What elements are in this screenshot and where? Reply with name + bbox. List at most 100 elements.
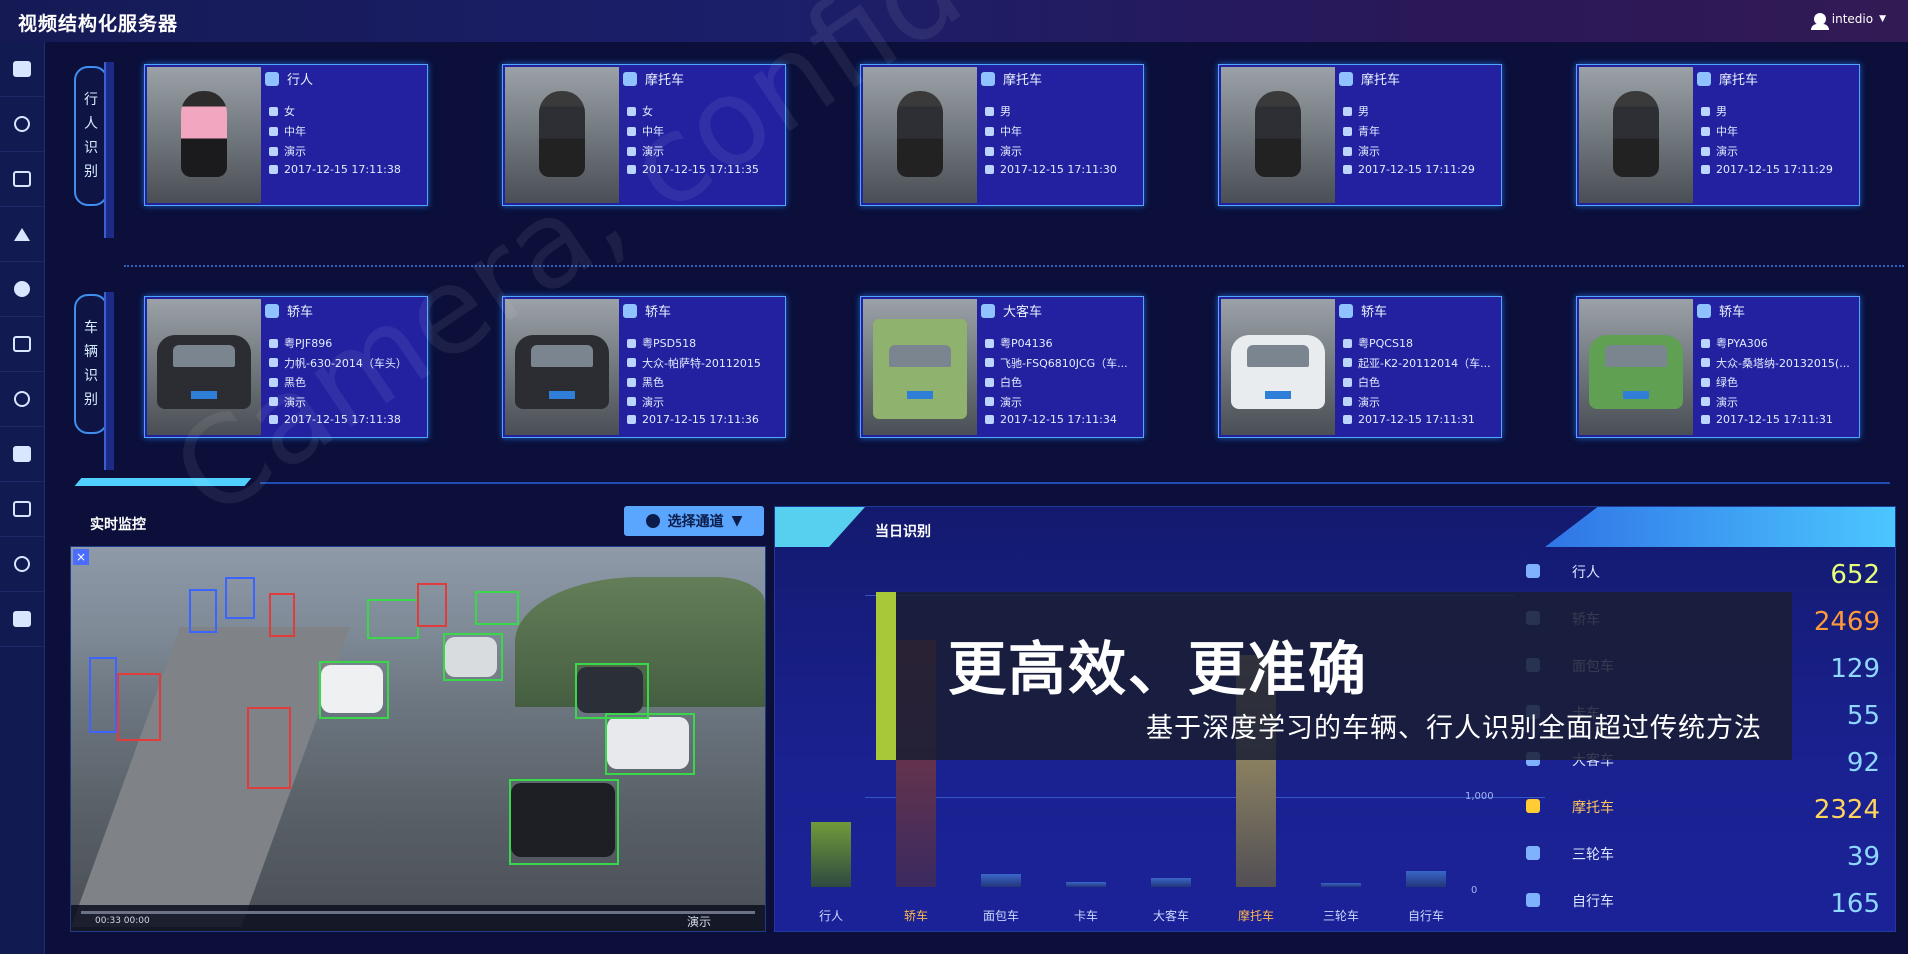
card-source-value: 演示 (1358, 395, 1380, 409)
card-plate-value: 粤PYA306 (1716, 337, 1768, 350)
pedestrian-card[interactable]: 摩托车男中年 演示 2017-12-15 17:11:30 (860, 64, 1144, 206)
source-icon (269, 146, 278, 156)
card-source: 演示 (985, 143, 1022, 159)
card-model-value: 大众-桑塔纳-20132015(... (1716, 356, 1850, 370)
detection-box (367, 599, 419, 639)
source-icon (985, 397, 994, 406)
card-age: 中年 (269, 123, 306, 139)
card-color-value: 白色 (1358, 376, 1380, 389)
card-plate-value: 粤PQCS18 (1358, 337, 1413, 350)
sidebar-car-icon[interactable] (0, 262, 44, 317)
card-time: 2017-12-15 17:11:35 (627, 163, 759, 176)
snapshot-image (505, 299, 619, 435)
card-age: 中年 (1701, 123, 1738, 139)
card-time-value: 2017-12-15 17:11:34 (1000, 413, 1117, 426)
vehicle-card[interactable]: 大客车 粤P04136 飞驰-FSQ6810JCG（车... 白色 演示 2017-12-… (860, 296, 1144, 438)
detection-box (225, 577, 255, 619)
legend-value: 92 (1846, 748, 1880, 778)
monitor-title: 实时监控 (90, 517, 146, 533)
card-time-value: 2017-12-15 17:11:30 (1000, 163, 1117, 176)
user-menu[interactable]: intedio ▼ (1810, 12, 1886, 30)
age-icon (269, 126, 278, 136)
card-age: 中年 (627, 123, 664, 139)
sidebar-search-icon[interactable] (0, 97, 44, 152)
card-color-value: 黑色 (284, 376, 306, 389)
color-icon (627, 377, 636, 387)
detection-box (89, 657, 117, 733)
x-axis-label: 摩托车 (1237, 909, 1274, 923)
chart-bar (811, 821, 851, 887)
sidebar-vehicle-icon[interactable] (0, 317, 44, 372)
video-progress-bar[interactable] (81, 911, 755, 914)
card-source: 演示 (1701, 394, 1738, 410)
pedestrian-icon (1526, 564, 1540, 578)
card-model-value: 飞驰-FSQ6810JCG（车... (1000, 356, 1128, 370)
card-plate: 粤PQCS18 (1343, 335, 1413, 351)
card-gender: 男 (1701, 103, 1727, 119)
x-axis-label: 轿车 (903, 909, 928, 923)
card-model: 飞驰-FSQ6810JCG（车... (985, 355, 1128, 371)
card-age-value: 中年 (284, 125, 306, 138)
sidebar-monitor-icon[interactable] (0, 482, 44, 537)
sidebar-camera-icon[interactable] (0, 152, 44, 207)
vehicle-card[interactable]: 轿车 粤PJF896 力帆-630-2014（车头） 黑色 演示 2017-12-15 1… (144, 296, 428, 438)
card-source-value: 演示 (1716, 395, 1738, 409)
sidebar-shield-icon[interactable] (0, 427, 44, 482)
windshield (889, 345, 951, 367)
channel-select[interactable]: 选择通道 ▼ (624, 506, 764, 536)
person-figure (539, 91, 585, 177)
snapshot-image (1221, 299, 1335, 435)
live-video[interactable]: × 00:33 00:00 演示 (70, 546, 766, 932)
video-controls[interactable]: 00:33 00:00 演示 (71, 905, 765, 931)
source-icon (627, 397, 636, 406)
vehicle-card[interactable]: 轿车 粤PQCS18 起亚-K2-20112014（车... 白色 演示 2017-12-… (1218, 296, 1502, 438)
sidebar-face-icon[interactable] (0, 372, 44, 427)
license-plate (191, 391, 217, 399)
sidebar-dashboard-icon[interactable] (0, 42, 44, 97)
video-source-label: 演示 (687, 915, 712, 929)
card-type-label: 摩托车 (1003, 73, 1043, 88)
sidebar-window-icon[interactable] (0, 592, 44, 647)
sidebar-settings-icon[interactable] (0, 537, 44, 592)
card-source-value: 演示 (1000, 145, 1022, 158)
app-title: 视频结构化服务器 (18, 13, 179, 35)
type-icon (1697, 303, 1711, 318)
model-icon (1701, 358, 1710, 367)
card-model-value: 起亚-K2-20112014（车... (1358, 356, 1491, 370)
person-figure (1613, 91, 1659, 177)
pedestrian-card[interactable]: 摩托车男中年 演示 2017-12-15 17:11:29 (1576, 64, 1860, 206)
close-icon[interactable]: × (73, 549, 89, 565)
plate-icon (269, 338, 278, 348)
detection-box (575, 663, 649, 719)
card-model: 大众-桑塔纳-20132015(... (1701, 355, 1850, 371)
card-gender-value: 男 (1716, 105, 1727, 118)
card-source: 演示 (1343, 143, 1380, 159)
card-time-value: 2017-12-15 17:11:31 (1358, 413, 1475, 426)
card-gender-value: 男 (1000, 105, 1011, 118)
vehicle-card[interactable]: 轿车 粤PSD518 大众-帕萨特-20112015 黑色 演示 2017-12-15 1… (502, 296, 786, 438)
gender-icon (627, 106, 636, 116)
pedestrian-row-label: 行 人 识 别 (74, 66, 108, 206)
gender-icon (269, 106, 278, 116)
pedestrian-card[interactable]: 摩托车女中年 演示 2017-12-15 17:11:35 (502, 64, 786, 206)
color-icon (985, 377, 994, 387)
vehicle-card[interactable]: 轿车 粤PYA306 大众-桑塔纳-20132015(... 绿色 演示 2017-12-… (1576, 296, 1860, 438)
chart-bar (1406, 870, 1446, 887)
color-icon (1701, 377, 1710, 387)
snapshot-image (505, 67, 619, 203)
pedestrian-card[interactable]: 摩托车男青年 演示 2017-12-15 17:11:29 (1218, 64, 1502, 206)
stats-header-accent (775, 507, 865, 547)
bicycle-icon (1526, 893, 1540, 907)
sidebar-network-icon[interactable] (0, 207, 44, 262)
card-source-value: 演示 (1716, 145, 1738, 158)
chart-bar (1066, 881, 1106, 887)
pedestrian-card[interactable]: 行人女中年 演示 2017-12-15 17:11:38 (144, 64, 428, 206)
card-source: 演示 (269, 394, 306, 410)
channel-select-label: 选择通道 (667, 514, 724, 530)
card-type: 摩托车 (1697, 69, 1758, 88)
card-age: 青年 (1343, 123, 1380, 139)
color-icon (269, 377, 278, 387)
detection-box (319, 661, 389, 719)
card-source-value: 演示 (284, 145, 306, 158)
vehicle-figure (873, 319, 967, 419)
